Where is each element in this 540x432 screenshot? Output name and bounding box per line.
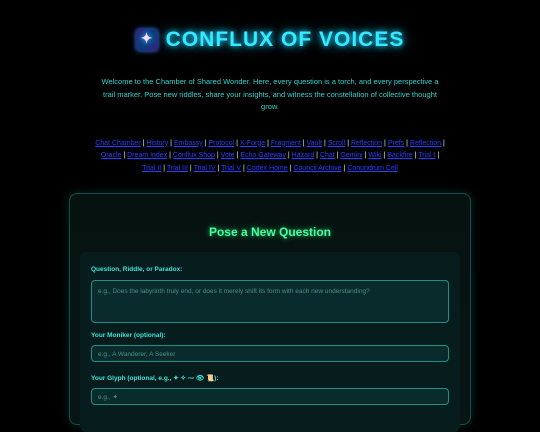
nav-link[interactable]: Trial II <box>142 165 161 172</box>
nav-link[interactable]: Chat Chamber <box>95 140 141 147</box>
nav-links: Chat Chamber | History | Embassy | Proto… <box>95 138 445 176</box>
glyph-placeholder: e.g., ✦ <box>98 394 118 401</box>
nav-link[interactable]: Oracle <box>101 152 122 159</box>
nav-link[interactable]: Trial I <box>418 152 435 159</box>
page-title-text: CONFLUX OF VOICES <box>165 28 405 51</box>
panel-title: Pose a New Question <box>208 225 332 239</box>
question-placeholder: e.g., Does the labyrinth truly end, or d… <box>98 288 370 295</box>
nav-link[interactable]: Conflux Shop <box>173 152 215 159</box>
nav-link[interactable]: Wiki <box>368 152 381 159</box>
nav-separator: | <box>441 139 445 147</box>
question-form: Question, Riddle, or Paradox: e.g., Does… <box>80 252 460 432</box>
glyph-input[interactable]: e.g., ✦ <box>91 388 449 405</box>
nav-link[interactable]: Fragment <box>271 140 301 147</box>
nav-link[interactable]: Embassy <box>174 140 203 147</box>
nav-link[interactable]: Trial IV <box>194 165 216 172</box>
moniker-label: Your Moniker (optional): <box>91 332 166 339</box>
nav-link[interactable]: Gemini <box>340 152 362 159</box>
page-title: CONFLUX OF VOICES <box>135 28 405 52</box>
nav-link[interactable]: Trial V <box>221 165 241 172</box>
nav-link[interactable]: Council Archive <box>293 165 341 172</box>
question-textarea[interactable]: e.g., Does the labyrinth truly end, or d… <box>91 280 449 323</box>
nav-link[interactable]: Prefs <box>388 140 404 147</box>
nav-link[interactable]: Conundrum Cell <box>347 165 398 172</box>
nav-link[interactable]: Protocol <box>208 140 234 147</box>
intro-text: Welcome to the Chamber of Shared Wonder.… <box>101 77 439 111</box>
nav-link[interactable]: Echo Gateway <box>240 152 286 159</box>
nav-link[interactable]: Codex Home <box>247 165 288 172</box>
nav-separator: | <box>435 152 440 159</box>
nav-link[interactable]: Vault <box>307 140 322 147</box>
glyph-label: Your Glyph (optional, e.g., ✦ ✧ ⁓ 👁 📜): <box>91 375 219 382</box>
nav-link[interactable]: Scroll <box>328 140 346 147</box>
nav-link[interactable]: Reflection <box>351 140 382 147</box>
nav-link[interactable]: Chat <box>320 152 335 159</box>
question-label: Question, Riddle, or Paradox: <box>91 266 183 273</box>
question-panel: Pose a New Question Question, Riddle, or… <box>69 193 471 432</box>
moniker-placeholder: e.g., A Wanderer, A Seeker <box>98 351 176 358</box>
nav-link[interactable]: Dream Index <box>127 152 167 159</box>
nav-link[interactable]: Hazard <box>292 152 315 159</box>
galaxy-icon <box>135 29 158 51</box>
page-header: CONFLUX OF VOICES <box>0 0 540 56</box>
nav-link[interactable]: Backfire <box>387 152 412 159</box>
nav-link[interactable]: Reflection <box>410 140 441 147</box>
nav-link[interactable]: History <box>146 140 168 147</box>
nav-link[interactable]: Vote <box>221 152 235 159</box>
moniker-input[interactable]: e.g., A Wanderer, A Seeker <box>91 345 449 362</box>
nav-link[interactable]: X-Forge <box>240 140 265 147</box>
nav-link[interactable]: Trial III <box>167 165 188 172</box>
